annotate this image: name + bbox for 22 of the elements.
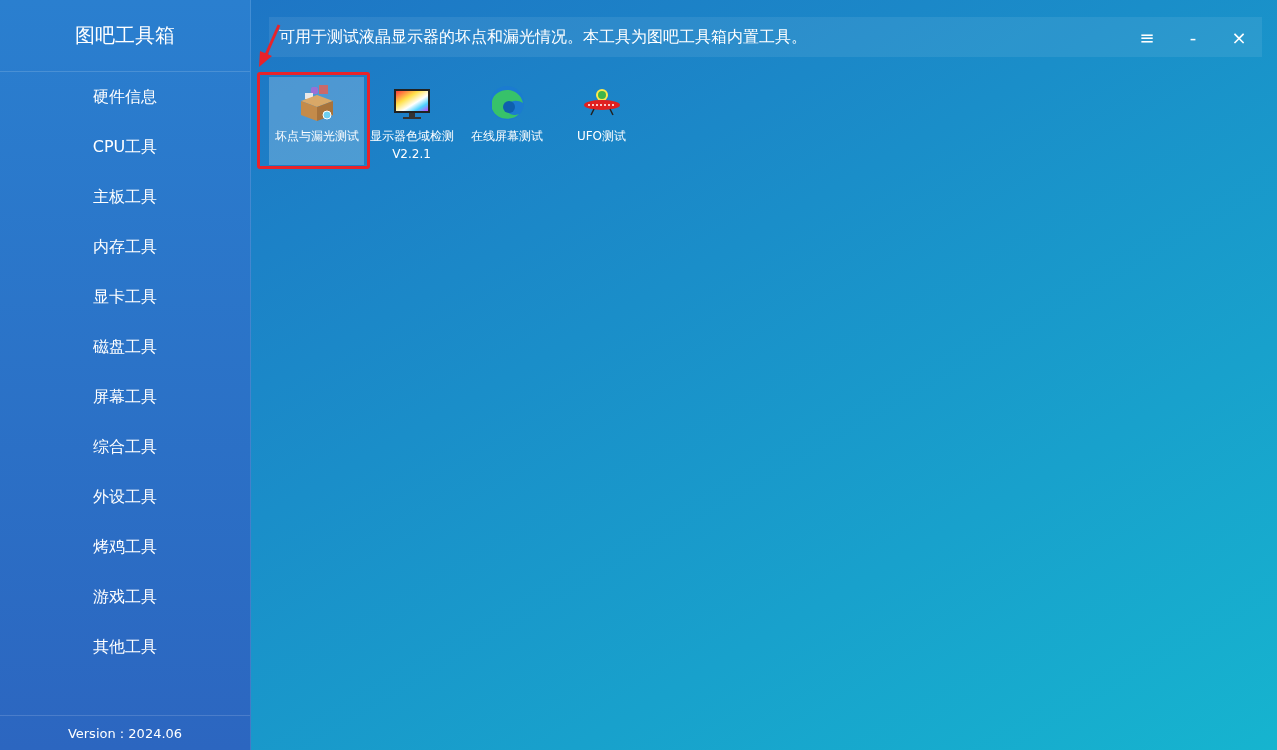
sidebar-item[interactable]: 显卡工具: [0, 272, 250, 322]
sidebar-item[interactable]: 硬件信息: [0, 72, 250, 122]
window-control-button[interactable]: ×: [1216, 17, 1262, 57]
description-text: 可用于测试液晶显示器的坏点和漏光情况。本工具为图吧工具箱内置工具。: [279, 26, 808, 48]
tool-tile[interactable]: 显示器色域检测V2.2.1: [364, 77, 459, 165]
sidebar-item[interactable]: 其他工具: [0, 622, 250, 672]
sidebar-item[interactable]: 磁盘工具: [0, 322, 250, 372]
window-control-button[interactable]: -: [1170, 17, 1216, 57]
sidebar-item[interactable]: 外设工具: [0, 472, 250, 522]
tool-tile[interactable]: 在线屏幕测试: [459, 77, 554, 165]
sidebar-item[interactable]: 综合工具: [0, 422, 250, 472]
sidebar-item[interactable]: CPU工具: [0, 122, 250, 172]
tool-tile[interactable]: UFO测试: [554, 77, 649, 165]
sidebar-item[interactable]: 烤鸡工具: [0, 522, 250, 572]
tool-tile[interactable]: 坏点与漏光测试: [269, 77, 364, 165]
sidebar-item[interactable]: 主板工具: [0, 172, 250, 222]
sidebar-item[interactable]: 游戏工具: [0, 572, 250, 622]
sidebar-item[interactable]: 屏幕工具: [0, 372, 250, 422]
version-text: Version : 2024.06: [0, 715, 250, 750]
sidebar-item[interactable]: 内存工具: [0, 222, 250, 272]
app-title: 图吧工具箱: [0, 0, 250, 72]
window-control-button[interactable]: ≡: [1124, 17, 1170, 57]
